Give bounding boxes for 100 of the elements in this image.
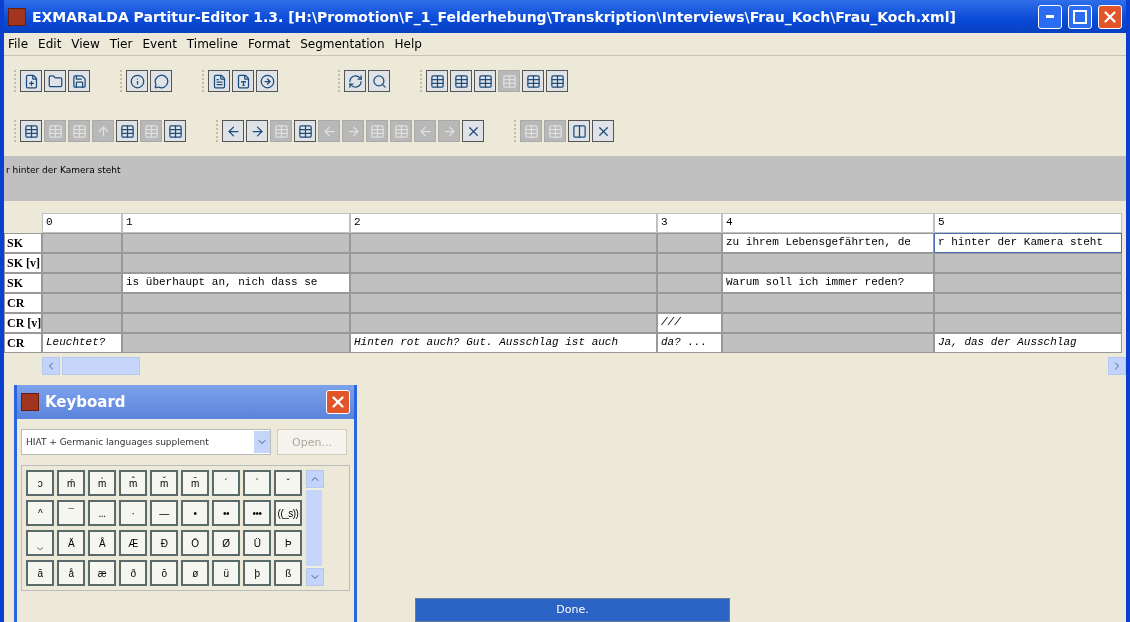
toolbar-button[interactable]: [474, 70, 496, 92]
toolbar-button[interactable]: [246, 120, 268, 142]
table-cell[interactable]: [42, 273, 122, 293]
key-button[interactable]: æ: [88, 560, 116, 586]
minimize-button[interactable]: [1038, 4, 1062, 29]
table-cell[interactable]: [122, 333, 350, 353]
table-cell[interactable]: [722, 253, 934, 273]
key-button[interactable]: Ō: [181, 530, 209, 556]
toolbar-button[interactable]: [232, 70, 254, 92]
table-cell[interactable]: da? ...: [657, 333, 722, 353]
key-button[interactable]: ·: [119, 500, 147, 526]
toolbar-button[interactable]: [592, 120, 614, 142]
table-cell[interactable]: [122, 253, 350, 273]
key-button[interactable]: Æ: [119, 530, 147, 556]
scrollbar-thumb[interactable]: [62, 357, 140, 375]
key-button[interactable]: •: [181, 500, 209, 526]
table-cell[interactable]: [350, 313, 657, 333]
tier-label[interactable]: CR: [4, 293, 42, 313]
key-button[interactable]: Å: [88, 530, 116, 556]
key-button[interactable]: Ø: [212, 530, 240, 556]
table-cell[interactable]: [42, 233, 122, 253]
table-cell[interactable]: [722, 313, 934, 333]
table-cell[interactable]: [122, 313, 350, 333]
maximize-button[interactable]: [1068, 4, 1092, 29]
key-button[interactable]: m̌: [150, 470, 178, 496]
table-cell[interactable]: zu ihrem Lebensgefährten, de: [722, 233, 934, 253]
toolbar-button[interactable]: [256, 70, 278, 92]
table-cell[interactable]: Leuchtet?: [42, 333, 122, 353]
key-button[interactable]: ā: [26, 560, 54, 586]
tier-label[interactable]: CR [v]: [4, 313, 42, 333]
toolbar-button[interactable]: [126, 70, 148, 92]
table-cell[interactable]: [42, 313, 122, 333]
table-cell[interactable]: [657, 293, 722, 313]
key-button[interactable]: ...: [88, 500, 116, 526]
table-cell[interactable]: [722, 293, 934, 313]
toolbar-button[interactable]: [568, 120, 590, 142]
key-button[interactable]: ‿: [26, 530, 54, 556]
key-button[interactable]: Ü: [243, 530, 271, 556]
menu-item[interactable]: View: [71, 37, 100, 51]
key-button[interactable]: Þ: [274, 530, 302, 556]
table-cell[interactable]: ///: [657, 313, 722, 333]
key-button[interactable]: —: [150, 500, 178, 526]
key-button[interactable]: ••: [212, 500, 240, 526]
toolbar-button[interactable]: [164, 120, 186, 142]
table-cell[interactable]: [122, 233, 350, 253]
table-cell[interactable]: Warum soll ich immer reden?: [722, 273, 934, 293]
table-cell[interactable]: [934, 313, 1122, 333]
toolbar-button[interactable]: [150, 70, 172, 92]
table-cell[interactable]: [350, 273, 657, 293]
dropdown-button[interactable]: [254, 431, 270, 453]
key-button[interactable]: ō: [150, 560, 178, 586]
table-cell[interactable]: [657, 273, 722, 293]
scroll-right-button[interactable]: [1108, 357, 1126, 375]
table-cell[interactable]: [42, 253, 122, 273]
toolbar-button[interactable]: [68, 70, 90, 92]
scroll-left-button[interactable]: [42, 357, 60, 375]
menu-item[interactable]: Tier: [109, 37, 133, 51]
key-button[interactable]: •••: [243, 500, 271, 526]
table-cell[interactable]: [934, 293, 1122, 313]
menu-item[interactable]: File: [8, 37, 29, 51]
table-cell[interactable]: [722, 333, 934, 353]
toolbar-button[interactable]: [522, 70, 544, 92]
toolbar-button[interactable]: [20, 70, 42, 92]
scrollbar-thumb[interactable]: [306, 490, 322, 566]
key-button[interactable]: m̂: [119, 470, 147, 496]
toolbar-button[interactable]: [426, 70, 448, 92]
toolbar-button[interactable]: [462, 120, 484, 142]
key-button[interactable]: þ: [243, 560, 271, 586]
menu-item[interactable]: Event: [142, 37, 177, 51]
scroll-down-button[interactable]: [306, 568, 324, 586]
menu-item[interactable]: Format: [247, 37, 291, 51]
tier-label[interactable]: SK: [4, 273, 42, 293]
toolbar-button[interactable]: [450, 70, 472, 92]
table-cell[interactable]: [350, 253, 657, 273]
table-cell[interactable]: Ja, das der Ausschlag: [934, 333, 1122, 353]
key-button[interactable]: ð: [119, 560, 147, 586]
table-cell[interactable]: r hinter der Kamera steht: [934, 233, 1122, 253]
scroll-up-button[interactable]: [306, 470, 324, 488]
key-button[interactable]: ˇ: [274, 470, 302, 496]
tier-label[interactable]: SK [v]: [4, 253, 42, 273]
key-button[interactable]: ø: [181, 560, 209, 586]
table-cell[interactable]: is überhaupt an, nich dass se: [122, 273, 350, 293]
menu-item[interactable]: Edit: [38, 37, 62, 51]
key-button[interactable]: ü: [212, 560, 240, 586]
key-button[interactable]: Ä: [57, 530, 85, 556]
key-button[interactable]: ^: [26, 500, 54, 526]
table-cell[interactable]: [122, 293, 350, 313]
toolbar-button[interactable]: [44, 70, 66, 92]
toolbar-button[interactable]: [20, 120, 42, 142]
key-button[interactable]: m̄: [181, 470, 209, 496]
toolbar-button[interactable]: [116, 120, 138, 142]
tier-label[interactable]: SK: [4, 233, 42, 253]
table-cell[interactable]: [657, 233, 722, 253]
key-button[interactable]: `: [243, 470, 271, 496]
key-button[interactable]: ß: [274, 560, 302, 586]
key-button[interactable]: å: [57, 560, 85, 586]
table-cell[interactable]: [657, 253, 722, 273]
table-cell[interactable]: [934, 253, 1122, 273]
toolbar-button[interactable]: [368, 70, 390, 92]
menu-item[interactable]: Help: [394, 37, 422, 51]
